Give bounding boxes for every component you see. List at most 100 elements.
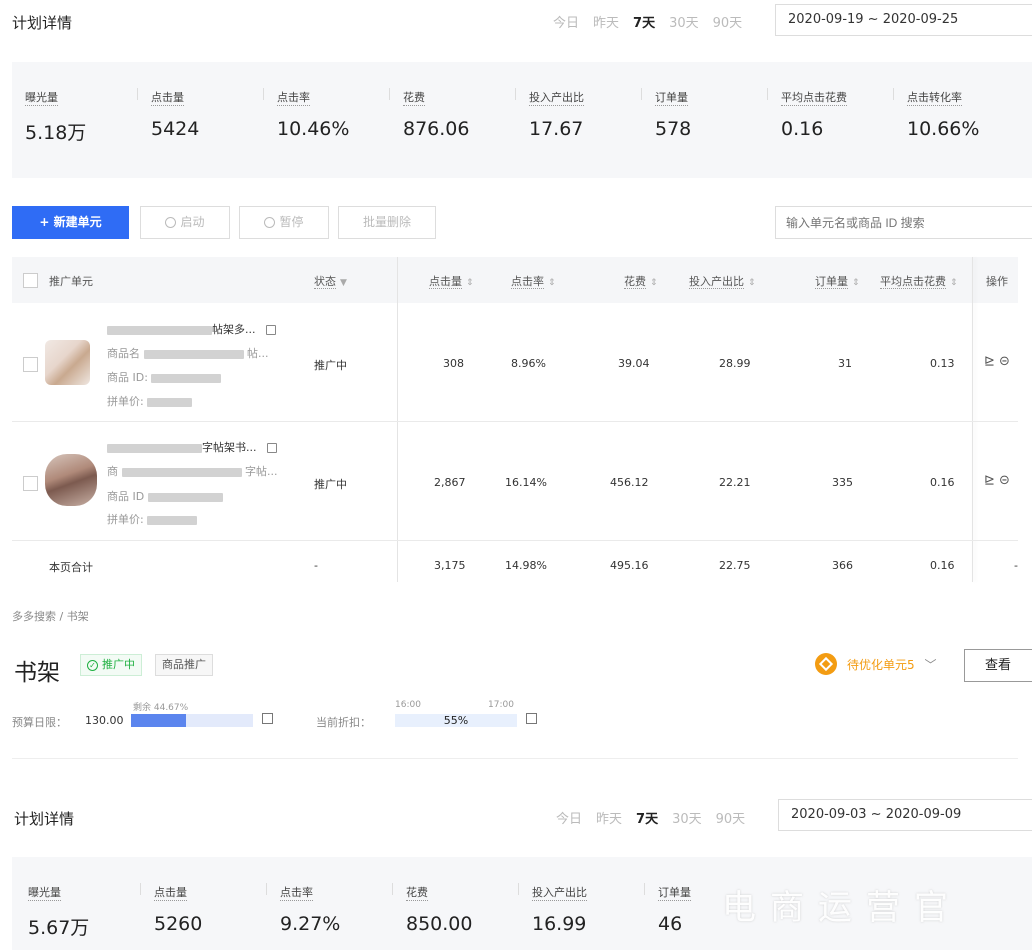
metric-value: 5.18万: [25, 122, 87, 144]
period-30d[interactable]: 30天: [669, 12, 699, 31]
pause-label: 暂停: [279, 215, 304, 229]
period-yesterday[interactable]: 昨天: [593, 12, 619, 31]
unit-name[interactable]: 帖架多...: [107, 321, 276, 337]
col-orders-label: 订单量: [815, 275, 848, 289]
period-90d[interactable]: 90天: [713, 12, 743, 31]
col-clicks[interactable]: 点击量 ⇕: [429, 273, 474, 289]
chart-icon[interactable]: ⊵: [984, 473, 995, 488]
metric-label[interactable]: 投入产出比: [529, 91, 584, 106]
period-yesterday[interactable]: 昨天: [596, 808, 622, 827]
col-cost[interactable]: 花费 ⇕: [624, 273, 658, 289]
cell-cpc: 0.13: [930, 357, 955, 370]
metric-4: 投入产出比 17.67: [515, 86, 584, 140]
metric-label[interactable]: 点击量: [151, 91, 184, 106]
metric-value: 10.66%: [907, 118, 980, 140]
total-cpc: 0.16: [930, 559, 955, 572]
new-unit-button[interactable]: + 新建单元: [12, 206, 129, 239]
date-range-picker[interactable]: 2020-09-19 ~ 2020-09-25: [775, 4, 1032, 36]
batch-delete-button[interactable]: 批量删除: [338, 206, 436, 239]
metric-separator: [893, 88, 894, 100]
period-today[interactable]: 今日: [556, 808, 582, 827]
edit-icon[interactable]: [265, 325, 276, 335]
status-badge: 推广中: [314, 359, 347, 372]
budget-remaining: 剩余 44.67%: [133, 703, 189, 713]
group-price: 拼单价:: [107, 393, 193, 409]
select-all-checkbox[interactable]: [23, 273, 38, 288]
metric-label[interactable]: 花费: [406, 886, 428, 901]
col-orders[interactable]: 订单量 ⇕: [815, 273, 860, 289]
metric-separator: [266, 883, 267, 895]
breadcrumb: 多多搜索 / 书架: [12, 610, 89, 623]
period-7d[interactable]: 7天: [636, 808, 658, 827]
cell-orders: 335: [832, 476, 853, 489]
metric-label[interactable]: 点击率: [277, 91, 310, 106]
metric-label[interactable]: 点击转化率: [907, 91, 962, 106]
metric-separator: [392, 883, 393, 895]
type-tag: 商品推广: [155, 654, 213, 676]
unit-name-text: 帖架多...: [212, 323, 256, 336]
col-status[interactable]: 状态 ▼: [314, 273, 347, 289]
date-range-picker-2[interactable]: 2020-09-03 ~ 2020-09-09: [778, 799, 1032, 831]
sort-icon: ⇕: [748, 278, 756, 288]
metric-label[interactable]: 订单量: [655, 91, 688, 106]
metric-label[interactable]: 点击量: [154, 886, 187, 901]
metric-value: 17.67: [529, 118, 584, 140]
metric-value: 578: [655, 118, 692, 140]
period-90d[interactable]: 90天: [716, 808, 746, 827]
total-orders: 366: [832, 559, 853, 572]
metric-label[interactable]: 平均点击花费: [781, 91, 847, 106]
discount-label: 当前折扣：: [316, 716, 371, 729]
metric-label[interactable]: 曝光量: [28, 886, 61, 901]
cell-clicks: 2,867: [434, 476, 466, 489]
metric-label[interactable]: 点击率: [280, 886, 313, 901]
pause-circle-icon[interactable]: ⊝: [999, 473, 1010, 488]
edit-icon[interactable]: [266, 443, 277, 453]
metric-1: 点击量 5424: [137, 86, 199, 140]
period-selector-2: 今日 昨天 7天 30天 90天: [556, 808, 745, 827]
sort-icon: ⇕: [548, 278, 556, 288]
unit-search-input[interactable]: [775, 206, 1032, 239]
metric-label[interactable]: 投入产出比: [532, 886, 587, 901]
row-checkbox[interactable]: [23, 357, 38, 372]
cell-ctr: 16.14%: [505, 476, 547, 489]
pause-circle-icon[interactable]: ⊝: [999, 354, 1010, 369]
column-divider: [972, 257, 973, 582]
pause-icon: [264, 217, 276, 228]
period-today[interactable]: 今日: [553, 12, 579, 31]
discount-bar: 55%: [395, 714, 517, 727]
budget-progress-fill: [131, 714, 187, 727]
edit-budget-icon[interactable]: [262, 713, 273, 724]
col-roi-label: 投入产出比: [689, 275, 744, 289]
view-button[interactable]: 查看: [964, 649, 1032, 682]
row-checkbox[interactable]: [23, 476, 38, 491]
col-status-label: 状态: [314, 275, 336, 289]
metric-value: 16.99: [532, 913, 587, 935]
status-badge: 推广中: [314, 478, 347, 491]
start-button[interactable]: 启动: [140, 206, 230, 239]
metric-label[interactable]: 花费: [403, 91, 425, 106]
total-roi: 22.75: [719, 559, 751, 572]
metric-4: 投入产出比 16.99: [518, 881, 587, 935]
metric-label[interactable]: 订单量: [658, 886, 691, 901]
col-cpc[interactable]: 平均点击花费 ⇕: [880, 273, 958, 289]
column-divider: [397, 257, 398, 582]
goods-name: 商品名 帖...: [107, 347, 269, 360]
chart-icon[interactable]: ⊵: [984, 354, 995, 369]
period-7d[interactable]: 7天: [633, 12, 655, 31]
row-divider: [12, 540, 1018, 541]
metric-3: 花费 876.06: [389, 86, 469, 140]
status-tag-label: 推广中: [102, 658, 135, 671]
metric-separator: [644, 883, 645, 895]
row-actions: ⊵ ⊝: [984, 473, 1010, 488]
optimize-units-link[interactable]: 待优化单元5 ﹀: [847, 656, 936, 673]
metric-value: 850.00: [406, 913, 473, 935]
metric-label[interactable]: 曝光量: [25, 91, 58, 106]
unit-name[interactable]: 字帖架书...: [107, 439, 277, 455]
col-ctr[interactable]: 点击率 ⇕: [511, 273, 556, 289]
play-icon: [165, 217, 177, 228]
period-selector: 今日 昨天 7天 30天 90天: [553, 12, 742, 31]
col-roi[interactable]: 投入产出比 ⇕: [689, 273, 756, 289]
pause-button[interactable]: 暂停: [239, 206, 329, 239]
edit-discount-icon[interactable]: [526, 713, 537, 724]
period-30d[interactable]: 30天: [672, 808, 702, 827]
